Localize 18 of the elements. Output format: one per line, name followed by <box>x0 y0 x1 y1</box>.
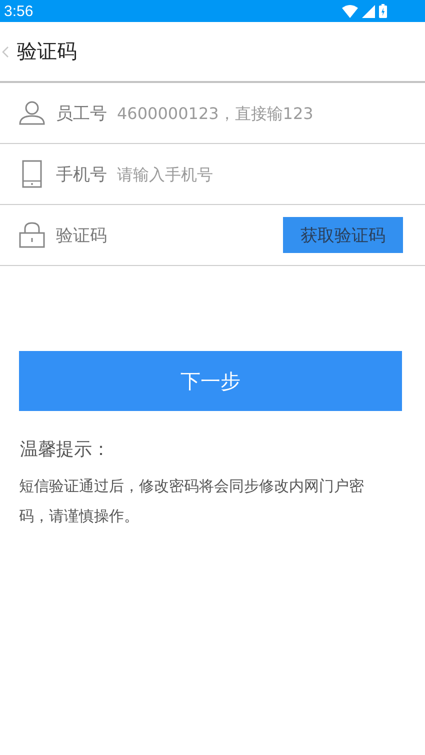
next-button[interactable]: 下一步 <box>19 351 402 411</box>
field-label: 验证码 <box>56 224 107 246</box>
page-title: 验证码 <box>17 38 77 65</box>
wifi-icon <box>342 4 358 18</box>
field-label: 员工号 <box>56 102 107 124</box>
person-icon <box>19 101 45 125</box>
tips-title: 温馨提示： <box>20 438 111 461</box>
input-field[interactable]: 请输入手机号 <box>117 164 403 184</box>
input-field[interactable]: 4600000123，直接输123 <box>117 104 403 122</box>
status-time: 3:56 <box>4 2 34 20</box>
field-label: 手机号 <box>56 164 107 186</box>
battery-icon <box>379 4 387 18</box>
get-code-button[interactable]: 获取验证码 <box>283 217 403 253</box>
back-icon[interactable] <box>2 46 9 58</box>
signal-icon <box>362 4 375 18</box>
tips-text: 短信验证通过后，修改密码将会同步修改内网门户密码，请谨慎操作。 <box>19 476 365 527</box>
phone-icon <box>22 160 42 188</box>
lock-icon <box>19 222 45 248</box>
